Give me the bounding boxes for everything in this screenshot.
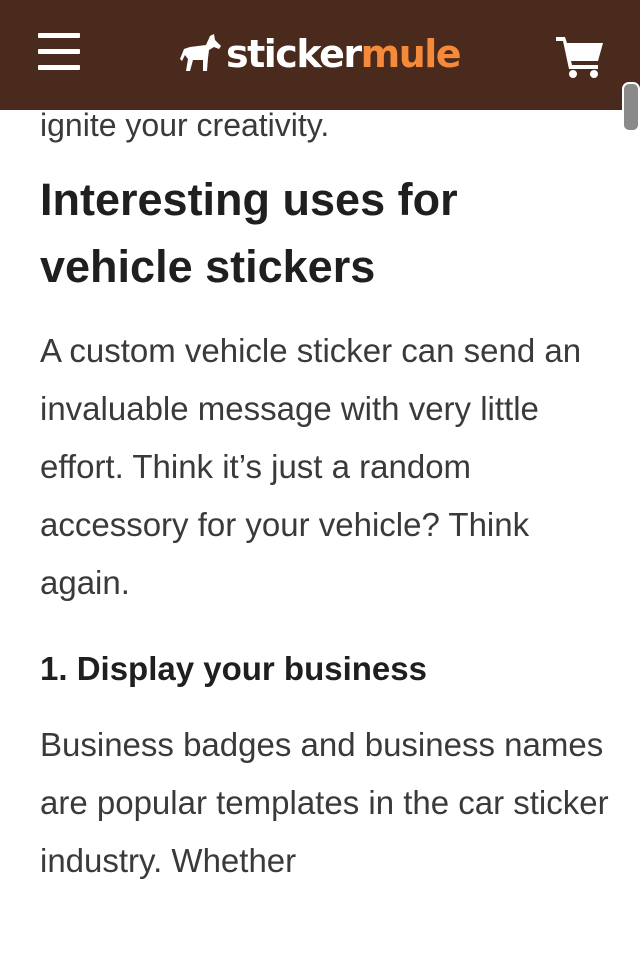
- site-header: stickermule: [0, 0, 640, 110]
- scrollbar-thumb[interactable]: [622, 82, 640, 132]
- menu-bar: [38, 33, 80, 38]
- article-content: ignite your creativity. Interesting uses…: [40, 96, 610, 890]
- shopping-cart-icon[interactable]: [555, 34, 605, 80]
- intro-paragraph: A custom vehicle sticker can send an inv…: [40, 332, 582, 601]
- section-heading: Interesting uses for vehicle stickers: [40, 174, 458, 292]
- menu-bar: [38, 49, 80, 54]
- body-paragraph: Business badges and business names are p…: [40, 726, 609, 879]
- mule-icon: [180, 34, 221, 71]
- sticker-mule-logo[interactable]: stickermule: [178, 26, 462, 82]
- hamburger-menu-icon[interactable]: [36, 30, 82, 76]
- logo-text-mule: mule: [360, 32, 462, 76]
- menu-bar: [38, 65, 80, 70]
- subsection-heading: 1. Display your business: [40, 650, 427, 687]
- logo-text-sticker: sticker: [226, 32, 362, 76]
- cart-graphic: [556, 37, 603, 78]
